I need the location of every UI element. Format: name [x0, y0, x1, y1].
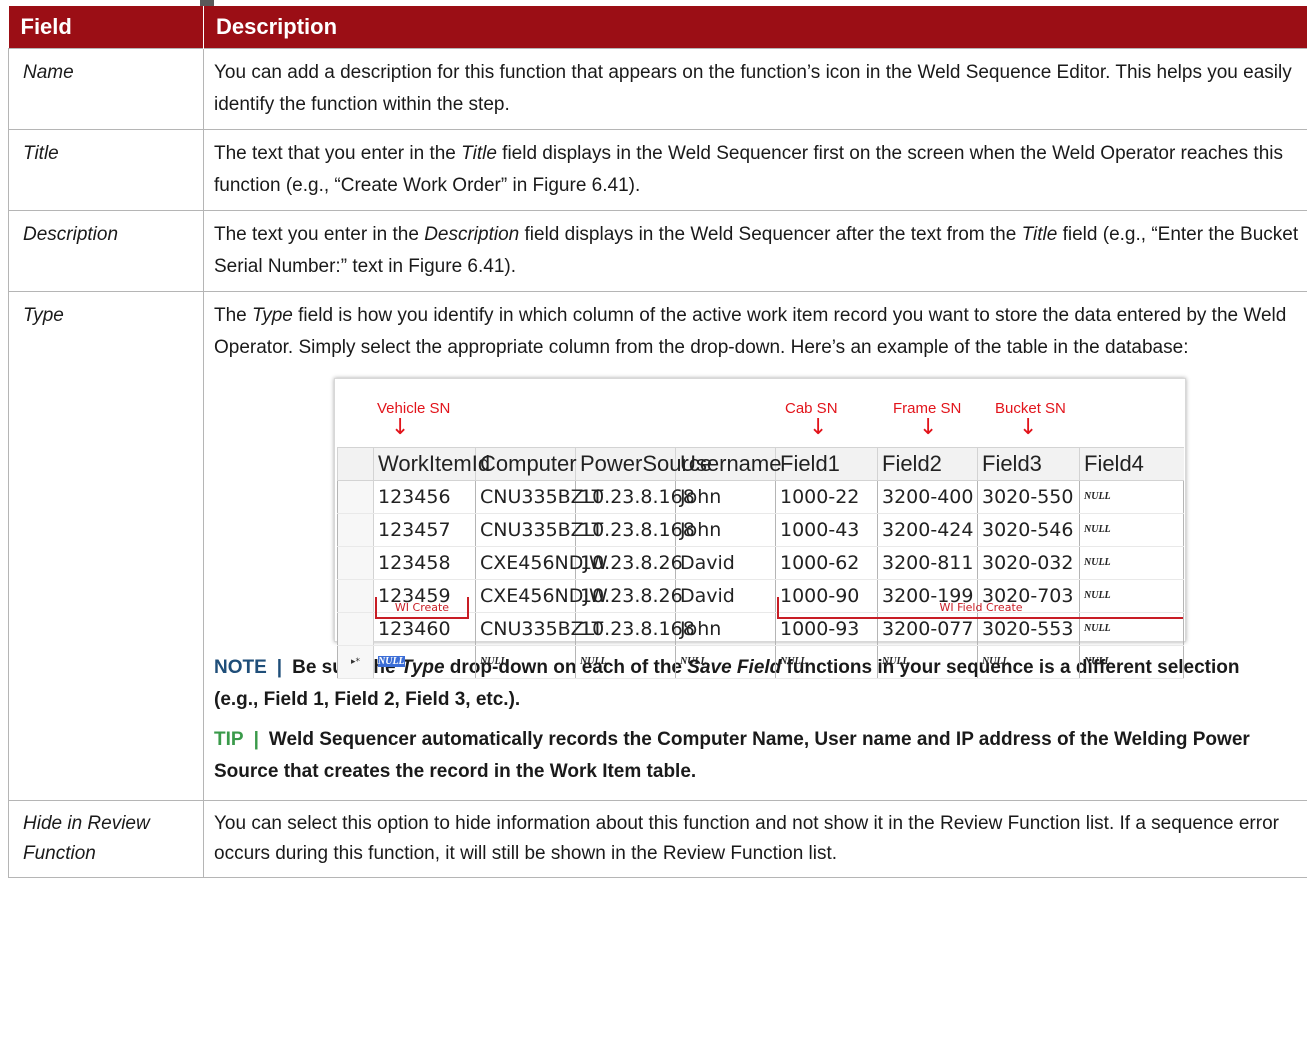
grid-corner: [337, 447, 374, 481]
annotation-vehicle-sn: Vehicle SN: [377, 400, 451, 417]
grid-cell[interactable]: NULL: [1079, 513, 1184, 547]
field-hide-in-review: Hide in Review Function: [8, 800, 204, 878]
grid-cell[interactable]: John: [675, 513, 776, 547]
new-row-marker[interactable]: ▸*: [337, 645, 374, 679]
grid-col-header[interactable]: Computer: [475, 447, 577, 481]
grid-cell-selected[interactable]: NULL: [373, 645, 476, 679]
tip-tag: TIP: [214, 729, 244, 750]
grid-cell[interactable]: NULL: [475, 645, 576, 679]
grid-cell[interactable]: 3020-550: [977, 480, 1080, 514]
grid-col-header[interactable]: Field1: [775, 447, 878, 481]
group-bracket-wi-field-create: WI Field Create: [777, 597, 1183, 619]
table-row-type: Type The Type field is how you identify …: [8, 291, 1307, 801]
arrow-down-icon: ↓: [1019, 415, 1038, 440]
grid-cell[interactable]: 3020-032: [977, 546, 1080, 580]
grid-cell[interactable]: CXE456NDJW: [475, 579, 608, 613]
grid-cell[interactable]: David: [675, 579, 776, 613]
grid-cell[interactable]: NULL: [977, 645, 1080, 679]
row-selector[interactable]: [337, 612, 374, 646]
grid-cell[interactable]: 3020-546: [977, 513, 1080, 547]
grid-cell[interactable]: NULL: [575, 645, 676, 679]
grid-col-header[interactable]: WorkItemId: [373, 447, 490, 481]
grid-header-row: WorkItemId Computer PowerSource Username…: [337, 447, 1184, 481]
grid-col-header[interactable]: Username: [675, 447, 781, 481]
arrow-down-icon: ↓: [391, 415, 410, 440]
description-description: The text you enter in the Description fi…: [203, 210, 1307, 292]
grid-cell[interactable]: 123457: [373, 513, 476, 547]
grid-cell[interactable]: CNU335BZLT: [475, 513, 603, 547]
grid-cell[interactable]: 10.23.8.26: [575, 546, 683, 580]
row-selector[interactable]: [337, 546, 374, 580]
note-tag: NOTE: [214, 657, 267, 678]
grid-cell[interactable]: NULL: [775, 645, 878, 679]
grid-col-header[interactable]: PowerSource: [575, 447, 712, 481]
grid-cell[interactable]: 1000-43: [775, 513, 878, 547]
header-description: Description: [203, 6, 1307, 49]
grid-cell[interactable]: 3200-424: [877, 513, 978, 547]
grid-cell[interactable]: CXE456NDJW: [475, 546, 608, 580]
tip-callout: TIP | Weld Sequencer automatically records…: [214, 729, 1250, 782]
field-name: Name: [8, 48, 204, 130]
field-description-table: Field Description Name You can add a des…: [8, 6, 1307, 878]
description-title: The text that you enter in the Title fie…: [203, 129, 1307, 211]
arrow-down-icon: ↓: [919, 415, 938, 440]
grid-cell[interactable]: 123458: [373, 546, 476, 580]
grid-cell[interactable]: CNU335BZLT: [475, 480, 603, 514]
work-item-grid: WorkItemId Computer PowerSource Username…: [337, 447, 1184, 679]
grid-cell[interactable]: 1000-22: [775, 480, 878, 514]
grid-cell[interactable]: NULL: [1079, 546, 1184, 580]
grid-cell[interactable]: NULL: [675, 645, 776, 679]
field-description: Description: [8, 210, 204, 292]
table-row-name: Name You can add a description for this …: [8, 48, 1307, 130]
table-row-title: Title The text that you enter in the Tit…: [8, 129, 1307, 211]
grid-cell[interactable]: John: [675, 612, 776, 646]
grid-row[interactable]: 123458 CXE456NDJW 10.23.8.26 David 1000-…: [337, 546, 1184, 580]
tip-separator: |: [253, 729, 259, 750]
grid-row[interactable]: 123456 CNU335BZLT 10.23.8.168 John 1000-…: [337, 480, 1184, 514]
row-selector[interactable]: [337, 480, 374, 514]
row-selector[interactable]: [337, 579, 374, 613]
arrow-down-icon: ↓: [809, 415, 828, 440]
grid-cell[interactable]: NULL: [1079, 645, 1184, 679]
type-description-text: The Type field is how you identify in wh…: [214, 305, 1287, 358]
description-name: You can add a description for this funct…: [203, 48, 1307, 130]
table-row-description: Description The text you enter in the De…: [8, 210, 1307, 292]
description-type: The Type field is how you identify in wh…: [203, 291, 1307, 801]
grid-cell[interactable]: NULL: [877, 645, 978, 679]
grid-new-row[interactable]: ▸* NULL NULL NULL NULL NULL NULL NULL NU…: [337, 645, 1184, 679]
grid-row[interactable]: 123457 CNU335BZLT 10.23.8.168 John 1000-…: [337, 513, 1184, 547]
grid-col-header[interactable]: Field4: [1079, 447, 1184, 481]
grid-cell[interactable]: 123456: [373, 480, 476, 514]
grid-cell[interactable]: 3200-811: [877, 546, 978, 580]
grid-cell[interactable]: John: [675, 480, 776, 514]
field-type: Type: [8, 291, 204, 801]
row-selector[interactable]: [337, 513, 374, 547]
grid-cell[interactable]: 10.23.8.168: [575, 513, 695, 547]
grid-col-header[interactable]: Field2: [877, 447, 978, 481]
description-hide-in-review: You can select this option to hide infor…: [203, 800, 1307, 878]
table-row-hide-in-review: Hide in Review Function You can select t…: [8, 800, 1307, 878]
grid-col-header[interactable]: Field3: [977, 447, 1080, 481]
grid-cell[interactable]: 10.23.8.168: [575, 480, 695, 514]
grid-cell[interactable]: NULL: [1079, 480, 1184, 514]
grid-cell[interactable]: David: [675, 546, 776, 580]
field-title: Title: [8, 129, 204, 211]
group-bracket-wi-create: WI Create: [375, 597, 469, 619]
table-header-row: Field Description: [8, 6, 1307, 49]
header-field: Field: [8, 6, 204, 49]
grid-cell[interactable]: CNU335BZLT: [475, 612, 603, 646]
grid-cell[interactable]: 10.23.8.168: [575, 612, 695, 646]
database-table-screenshot: Vehicle SN ↓ Cab SN ↓ Frame SN ↓ Bucket …: [334, 378, 1186, 679]
grid-cell[interactable]: 10.23.8.26: [575, 579, 683, 613]
note-separator: |: [276, 657, 283, 678]
grid-cell[interactable]: 1000-62: [775, 546, 878, 580]
grid-cell[interactable]: 3200-400: [877, 480, 978, 514]
